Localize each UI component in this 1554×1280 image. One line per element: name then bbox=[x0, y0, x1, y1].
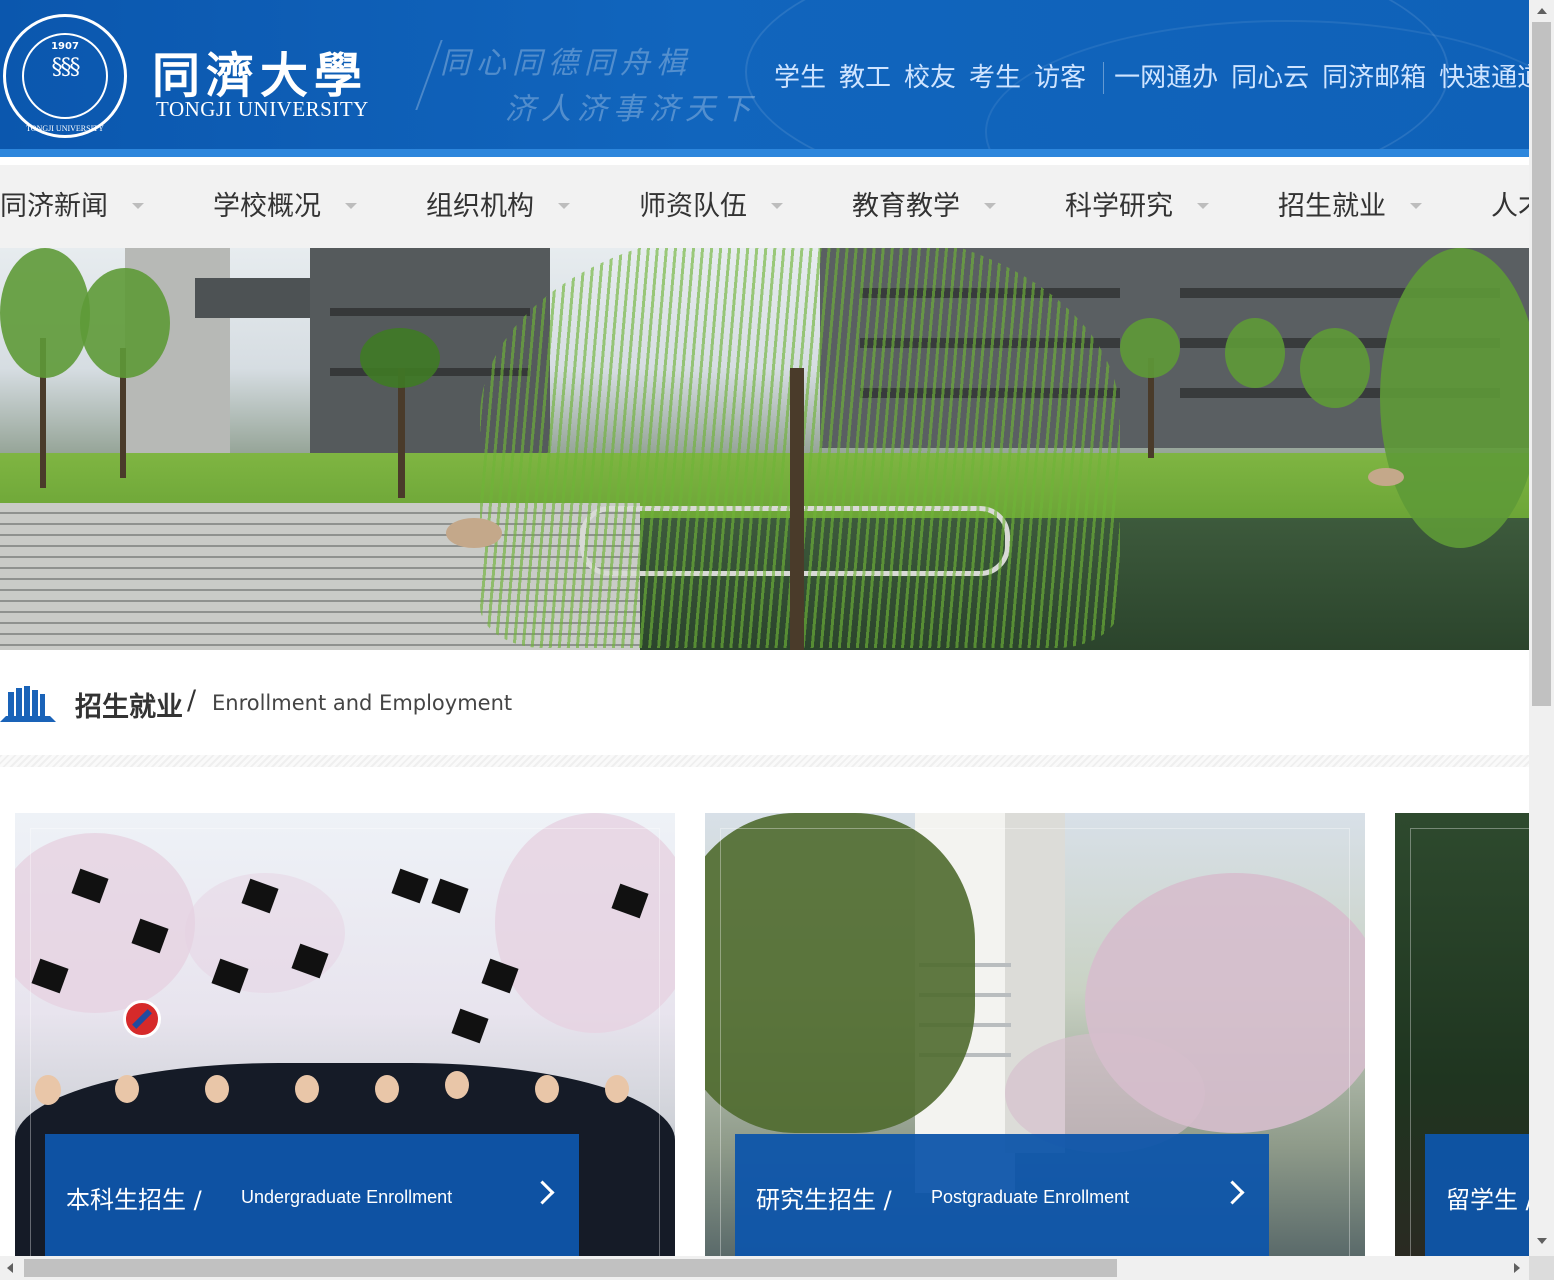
section-title-en: Enrollment and Employment bbox=[212, 691, 513, 715]
banner-tree bbox=[1380, 248, 1529, 548]
logo-chinese-name[interactable]: 同濟大學 bbox=[152, 36, 368, 106]
main-nav: 同济新闻 学校概况 组织机构 师资队伍 教育教学 科学研究 招生就业 人才 bbox=[0, 165, 1529, 248]
nav-item-label: 同济新闻 bbox=[0, 191, 108, 222]
seal-year: 1907 bbox=[51, 41, 79, 52]
seal-ring-text: TONGJI UNIVERSITY bbox=[26, 124, 104, 133]
chevron-down-icon bbox=[132, 203, 144, 209]
vertical-scrollbar[interactable] bbox=[1529, 0, 1554, 1256]
site-header: 1907 §§§ TONGJI UNIVERSITY 同濟大學 TONGJI U… bbox=[0, 0, 1529, 157]
nav-item-talent[interactable]: 人才 bbox=[1491, 165, 1529, 248]
top-link-quick-access[interactable]: 快速通道 bbox=[1439, 60, 1529, 96]
card-title-en: Postgraduate Enrollment bbox=[931, 1187, 1130, 1207]
card-label[interactable]: 研究生招生 / Postgraduate Enrollment bbox=[735, 1134, 1269, 1256]
card-international-students[interactable]: 留学生 / bbox=[1395, 813, 1529, 1256]
scrollbar-corner bbox=[1529, 1256, 1554, 1280]
horizontal-scrollbar[interactable] bbox=[0, 1256, 1529, 1280]
banner-willow-trunk bbox=[790, 368, 804, 650]
top-link-tongxin-cloud[interactable]: 同心云 bbox=[1231, 60, 1309, 96]
banner-tree bbox=[1225, 318, 1285, 388]
banner-tree bbox=[1300, 328, 1370, 408]
seal-emblem-icon: §§§ bbox=[51, 55, 81, 80]
books-icon bbox=[0, 686, 56, 722]
nav-item-label: 人才 bbox=[1491, 191, 1529, 222]
top-link-applicants[interactable]: 考生 bbox=[969, 60, 1021, 96]
nav-item-faculty[interactable]: 师资队伍 bbox=[639, 165, 783, 248]
top-link-one-stop-service[interactable]: 一网通办 bbox=[1114, 60, 1218, 96]
nav-item-admissions-employment[interactable]: 招生就业 bbox=[1278, 165, 1422, 248]
card-title-en: Undergraduate Enrollment bbox=[241, 1187, 453, 1207]
top-link-students[interactable]: 学生 bbox=[774, 60, 826, 96]
card-undergraduate-enrollment[interactable]: 本科生招生 / Undergraduate Enrollment bbox=[15, 813, 675, 1256]
logo-english-name[interactable]: TONGJI UNIVERSITY bbox=[156, 97, 369, 122]
chevron-down-icon bbox=[345, 203, 357, 209]
card-label[interactable]: 留学生 / bbox=[1425, 1134, 1529, 1256]
slogan-divider bbox=[415, 40, 443, 110]
nav-item-news[interactable]: 同济新闻 bbox=[0, 165, 144, 248]
banner-building-bridge bbox=[195, 278, 310, 318]
chevron-down-icon bbox=[558, 203, 570, 209]
section-heading: 招生就业 / Enrollment and Employment bbox=[0, 682, 1529, 732]
horizontal-scroll-thumb[interactable] bbox=[24, 1259, 1117, 1277]
campus-banner-image bbox=[0, 248, 1529, 650]
nav-item-research[interactable]: 科学研究 bbox=[1065, 165, 1209, 248]
nav-item-label: 科学研究 bbox=[1065, 191, 1173, 222]
nav-item-label: 组织机构 bbox=[426, 191, 534, 222]
card-postgraduate-enrollment[interactable]: 研究生招生 / Postgraduate Enrollment bbox=[705, 813, 1365, 1256]
vertical-scroll-thumb[interactable] bbox=[1532, 22, 1551, 706]
nav-item-label: 学校概况 bbox=[213, 191, 321, 222]
banner-rock bbox=[1368, 468, 1404, 486]
slogan-line-2: 济人济事济天下 bbox=[505, 92, 757, 127]
scroll-up-arrow-icon[interactable] bbox=[1537, 8, 1547, 14]
banner-window-row bbox=[330, 308, 530, 316]
top-quick-links: 学生 教工 校友 考生 访客 一网通办 同心云 同济邮箱 快速通道 bbox=[774, 60, 1529, 96]
card-title-cn: 留学生 / bbox=[1446, 1186, 1529, 1214]
top-link-email[interactable]: 同济邮箱 bbox=[1322, 60, 1426, 96]
chevron-right-icon bbox=[530, 1180, 555, 1205]
nav-item-label: 教育教学 bbox=[852, 191, 960, 222]
card-label[interactable]: 本科生招生 / Undergraduate Enrollment bbox=[45, 1134, 579, 1256]
scroll-right-arrow-icon[interactable] bbox=[1514, 1263, 1520, 1273]
top-link-alumni[interactable]: 校友 bbox=[904, 60, 956, 96]
chevron-down-icon bbox=[1197, 203, 1209, 209]
banner-tree bbox=[0, 248, 90, 378]
page-viewport: 1907 §§§ TONGJI UNIVERSITY 同濟大學 TONGJI U… bbox=[0, 0, 1529, 1256]
slogan-line-1: 同心同德同舟楫 bbox=[440, 46, 692, 81]
banner-tree bbox=[360, 328, 440, 388]
card-title-cn: 本科生招生 / bbox=[66, 1186, 202, 1214]
nav-item-education[interactable]: 教育教学 bbox=[852, 165, 996, 248]
banner-rock bbox=[446, 518, 502, 548]
chevron-down-icon bbox=[771, 203, 783, 209]
nav-item-label: 招生就业 bbox=[1278, 191, 1386, 222]
nav-item-organization[interactable]: 组织机构 bbox=[426, 165, 570, 248]
chevron-right-icon bbox=[1220, 1180, 1245, 1205]
section-divider bbox=[0, 755, 1529, 767]
chevron-down-icon bbox=[984, 203, 996, 209]
card-title-cn: 研究生招生 / bbox=[756, 1186, 892, 1214]
banner-tree bbox=[80, 268, 170, 378]
section-title-separator: / bbox=[187, 685, 197, 716]
top-links-divider bbox=[1103, 62, 1105, 94]
top-link-staff[interactable]: 教工 bbox=[839, 60, 891, 96]
banner-tree bbox=[1120, 318, 1180, 378]
nav-item-label: 师资队伍 bbox=[639, 191, 747, 222]
university-seal-logo[interactable]: 1907 §§§ TONGJI UNIVERSITY bbox=[3, 14, 127, 138]
top-link-visitors[interactable]: 访客 bbox=[1034, 60, 1086, 96]
scroll-left-arrow-icon[interactable] bbox=[7, 1263, 13, 1273]
scroll-down-arrow-icon[interactable] bbox=[1537, 1238, 1547, 1244]
chevron-down-icon bbox=[1410, 203, 1422, 209]
section-title-cn: 招生就业 bbox=[75, 692, 183, 723]
nav-item-about[interactable]: 学校概况 bbox=[213, 165, 357, 248]
